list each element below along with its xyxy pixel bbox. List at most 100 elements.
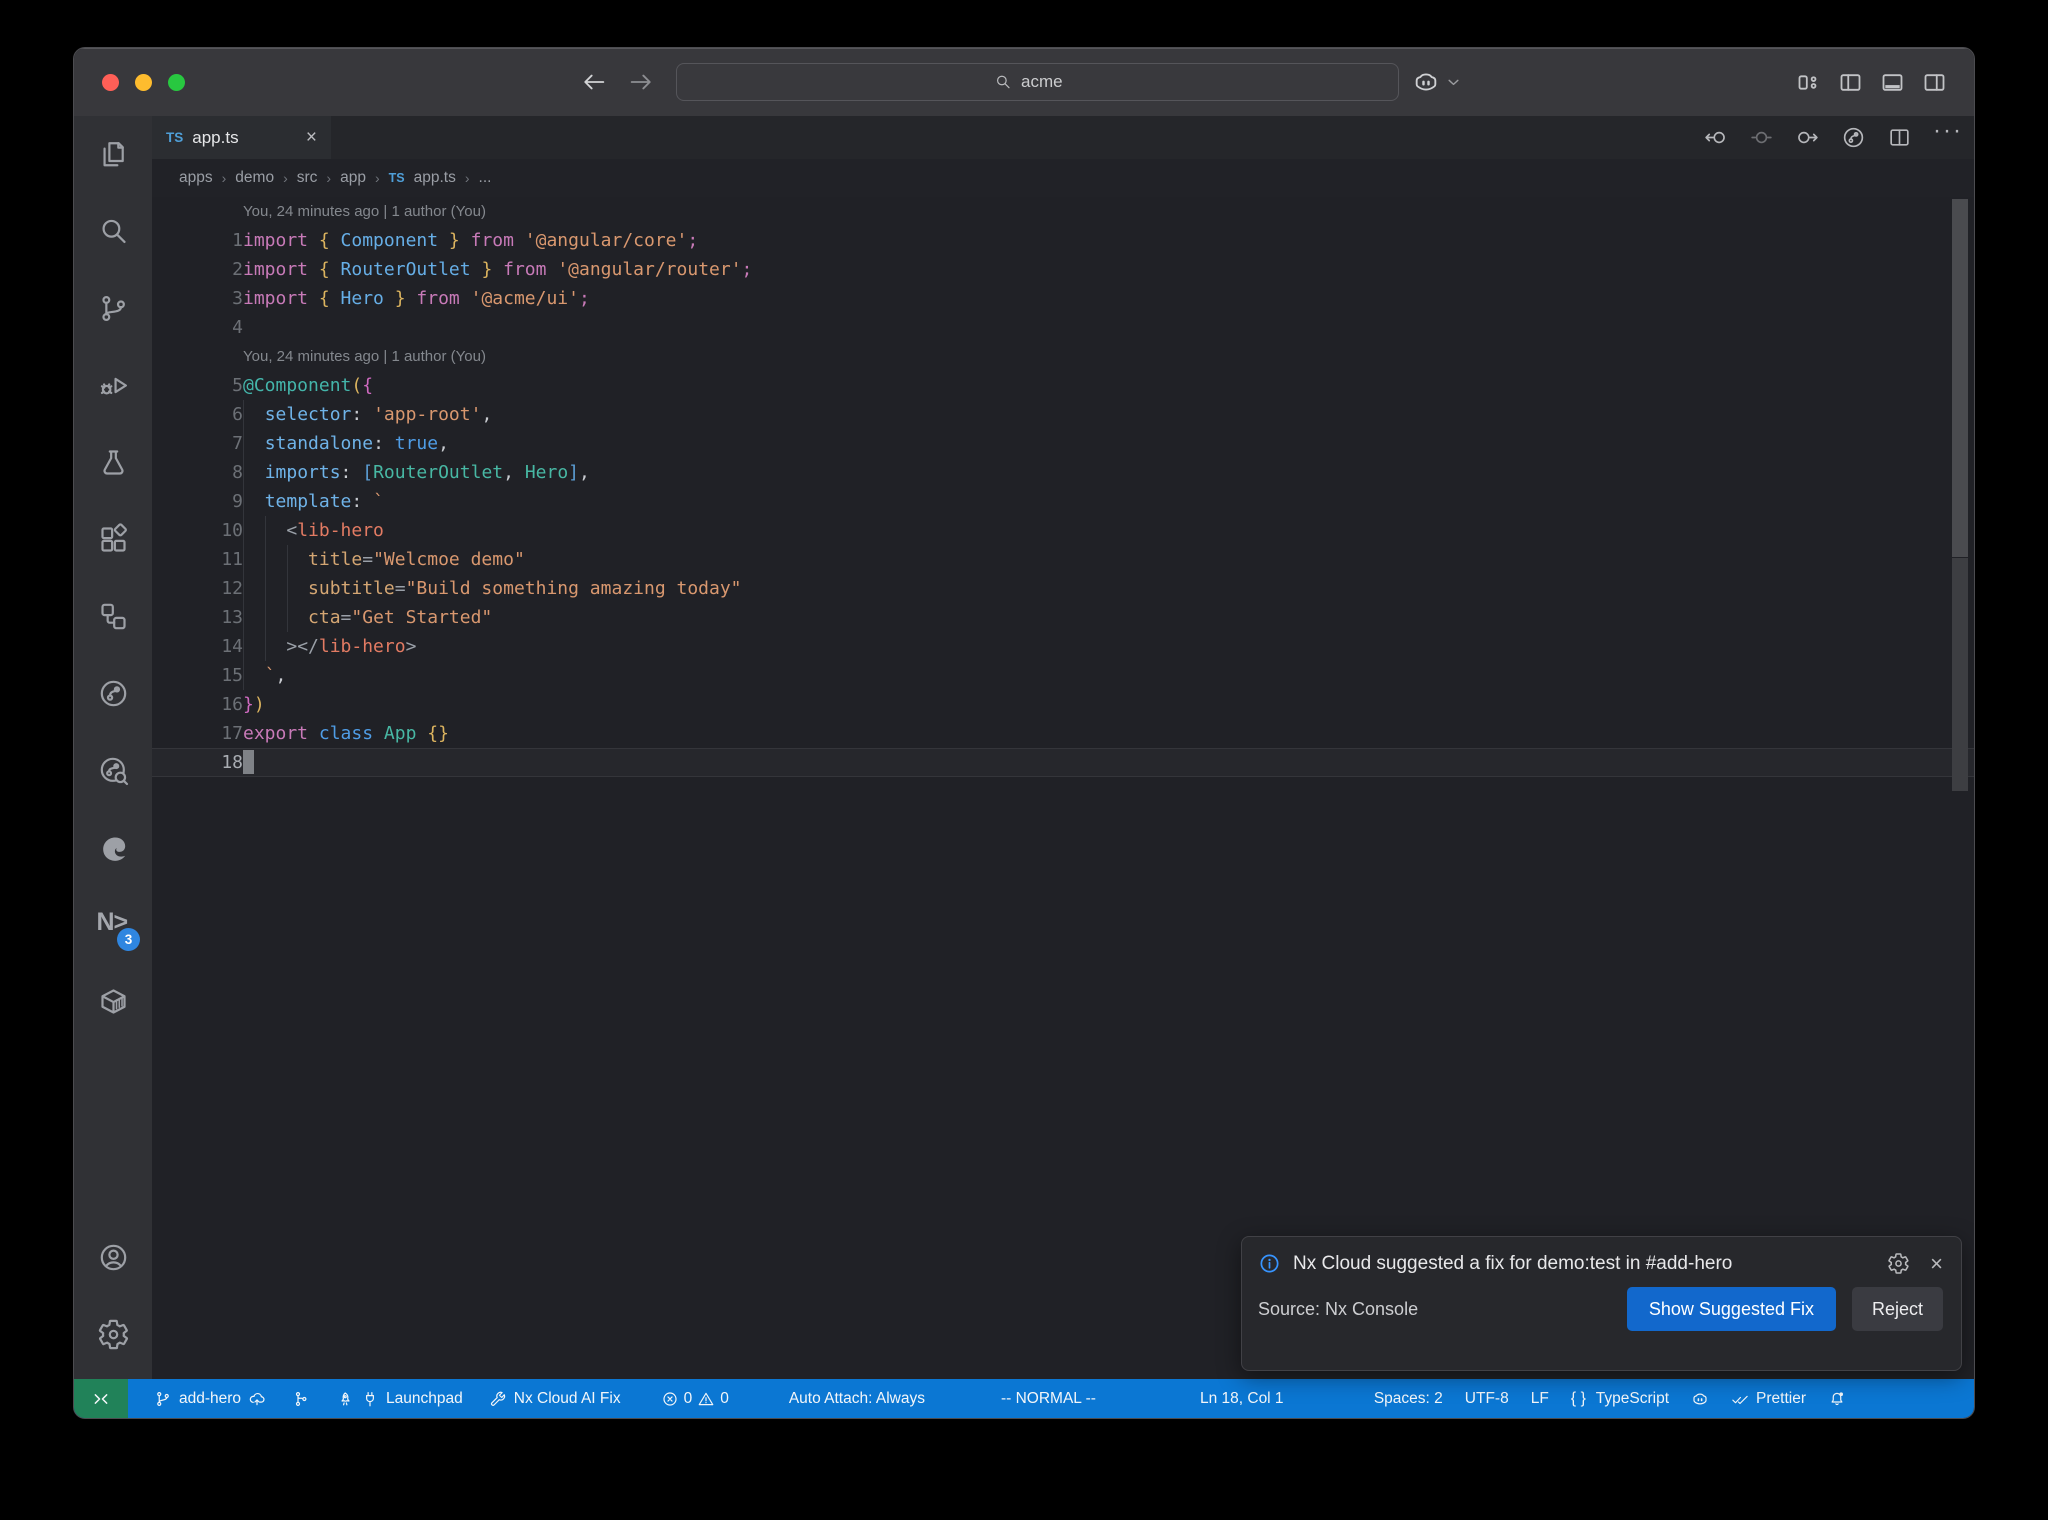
copilot-icon xyxy=(1691,1390,1709,1408)
code-line-12: 12 subtitle="Build something amazing tod… xyxy=(221,578,742,599)
code-line-17: 17 export class App {} xyxy=(221,723,449,744)
statusbar-problems-label: 0 xyxy=(683,1389,693,1407)
bell-dot-icon xyxy=(1828,1390,1846,1408)
statusbar-vim-mode[interactable]: -- NORMAL -- xyxy=(1001,1379,1096,1418)
search-icon xyxy=(97,215,130,248)
activity-nx-console[interactable]: N> 3 xyxy=(74,886,152,963)
tab-label: app.ts xyxy=(192,127,239,147)
cloud-upload-icon xyxy=(248,1390,266,1408)
layout-controls xyxy=(1795,48,1948,116)
title-bar xyxy=(74,48,1974,116)
breadcrumb-item-app[interactable]: app xyxy=(340,169,366,187)
activity-explorer[interactable] xyxy=(74,116,152,193)
statusbar-language-label: TypeScript xyxy=(1595,1389,1670,1407)
panel-left-icon[interactable] xyxy=(1837,69,1864,96)
statusbar-language[interactable]: { } TypeScript xyxy=(1571,1379,1669,1418)
breadcrumb-item-[interactable]: ... xyxy=(479,169,492,187)
statusbar-eol[interactable]: LF xyxy=(1531,1379,1549,1418)
back-arrow-icon[interactable] xyxy=(580,68,608,96)
statusbar-scm-graph[interactable] xyxy=(292,1379,310,1418)
gitlens-graph-icon[interactable] xyxy=(1841,125,1866,150)
double-check-icon xyxy=(1731,1390,1749,1408)
copilot-menu[interactable] xyxy=(1412,48,1461,116)
statusbar-cursor-position[interactable]: Ln 18, Col 1 xyxy=(1200,1379,1284,1418)
notification-close-icon[interactable]: × xyxy=(1930,1252,1943,1275)
nav-circle-icon[interactable] xyxy=(1749,125,1774,150)
minimize-window-button[interactable] xyxy=(135,73,152,91)
editor-group: TS app.ts × ··· apps › demo › src › app › TS app.… xyxy=(152,116,1974,1379)
editor-actions: ··· xyxy=(1703,116,1974,159)
remote-icon xyxy=(92,1390,110,1408)
notification-source: Source: Nx Console xyxy=(1258,1298,1419,1319)
activity-git-graph[interactable] xyxy=(74,732,152,809)
statusbar-indentation[interactable]: Spaces: 2 xyxy=(1374,1379,1443,1418)
split-editor-icon[interactable] xyxy=(1887,125,1912,150)
commit-graph-icon xyxy=(292,1390,310,1408)
statusbar-branch-publish[interactable]: add-hero xyxy=(154,1379,266,1418)
activity-search[interactable] xyxy=(74,193,152,270)
close-window-button[interactable] xyxy=(102,73,119,91)
breadcrumb-item-src[interactable]: src xyxy=(297,169,318,187)
zoom-window-button[interactable] xyxy=(168,73,185,91)
statusbar-nx-cloud-ai-fix-label: Nx Cloud AI Fix xyxy=(513,1389,621,1407)
editor-scrollbar[interactable] xyxy=(1952,199,1968,557)
statusbar-nx-cloud-ai-fix[interactable]: Nx Cloud AI Fix xyxy=(489,1379,621,1418)
accounts-icon xyxy=(97,1241,130,1274)
code-line-11: 11 title="Welcmoe demo" xyxy=(221,549,525,570)
activity-containers[interactable] xyxy=(74,963,152,1040)
notification-toast: Nx Cloud suggested a fix for demo:test i… xyxy=(1241,1236,1962,1371)
activity-settings[interactable] xyxy=(74,1296,152,1373)
git-graph-icon xyxy=(97,754,130,787)
activity-extensions[interactable] xyxy=(74,501,152,578)
show-suggested-fix-button[interactable]: Show Suggested Fix xyxy=(1626,1287,1836,1331)
testing-icon xyxy=(97,446,130,479)
code-line-14: 14 ></lib-hero> xyxy=(221,636,417,657)
code-line-18: 18 xyxy=(152,748,1974,777)
notification-gear-icon[interactable] xyxy=(1887,1252,1910,1275)
activity-testing[interactable] xyxy=(74,424,152,501)
more-icon[interactable]: ··· xyxy=(1933,119,1961,150)
activity-edge-browser[interactable] xyxy=(74,809,152,886)
panel-right-icon[interactable] xyxy=(1921,69,1948,96)
activity-references[interactable] xyxy=(74,578,152,655)
breadcrumb-item-apps[interactable]: apps xyxy=(179,169,213,187)
statusbar-launchpad[interactable]: Launchpad xyxy=(336,1379,463,1418)
reject-button[interactable]: Reject xyxy=(1851,1287,1943,1331)
panel-bottom-icon[interactable] xyxy=(1879,69,1906,96)
statusbar-remote-indicator[interactable] xyxy=(74,1379,128,1418)
breadcrumb-separator: › xyxy=(464,170,470,186)
statusbar-copilot[interactable] xyxy=(1691,1379,1709,1418)
statusbar-formatter[interactable]: Prettier xyxy=(1731,1379,1806,1418)
statusbar-problems[interactable]: 00 xyxy=(661,1379,729,1418)
statusbar-auto-attach-label: Auto Attach: Always xyxy=(788,1389,925,1407)
statusbar-indentation-label: Spaces: 2 xyxy=(1373,1389,1443,1407)
nav-back-icon[interactable] xyxy=(1703,125,1728,150)
activity-run-debug[interactable] xyxy=(74,347,152,424)
activity-accounts[interactable] xyxy=(74,1219,152,1296)
tab-app-ts[interactable]: TS app.ts × xyxy=(152,116,331,159)
references-icon xyxy=(97,600,130,633)
activity-gitlens[interactable] xyxy=(74,655,152,732)
breadcrumb-item-appts[interactable]: app.ts xyxy=(414,169,456,187)
containers-icon xyxy=(97,985,130,1018)
breadcrumb-separator: › xyxy=(221,170,227,186)
activity-source-control[interactable] xyxy=(74,270,152,347)
nav-forward-icon[interactable] xyxy=(1795,125,1820,150)
close-tab-icon[interactable]: × xyxy=(306,128,317,147)
customize-layout-icon[interactable] xyxy=(1795,69,1822,96)
edge-browser-icon xyxy=(97,831,130,864)
editor-code-area[interactable]: You, 24 minutes ago | 1 author (You) 1 imp… xyxy=(152,197,1974,1379)
breadcrumb-item-demo[interactable]: demo xyxy=(235,169,274,187)
statusbar-vim-mode-label: -- NORMAL -- xyxy=(1000,1389,1096,1407)
notification-title: Nx Cloud suggested a fix for demo:test i… xyxy=(1293,1252,1733,1274)
statusbar-branch-publish-label: add-hero xyxy=(179,1389,242,1407)
code-line-15: 15 `, xyxy=(221,665,287,686)
extensions-icon xyxy=(97,523,130,556)
statusbar-encoding[interactable]: UTF-8 xyxy=(1465,1379,1509,1418)
search-input[interactable] xyxy=(1021,72,1081,92)
statusbar-auto-attach[interactable]: Auto Attach: Always xyxy=(789,1379,925,1418)
statusbar-notifications-bell[interactable] xyxy=(1828,1379,1846,1418)
statusbar-cursor-position-label: Ln 18, Col 1 xyxy=(1199,1389,1284,1407)
command-center-search[interactable] xyxy=(676,63,1399,101)
forward-arrow-icon[interactable] xyxy=(627,68,655,96)
